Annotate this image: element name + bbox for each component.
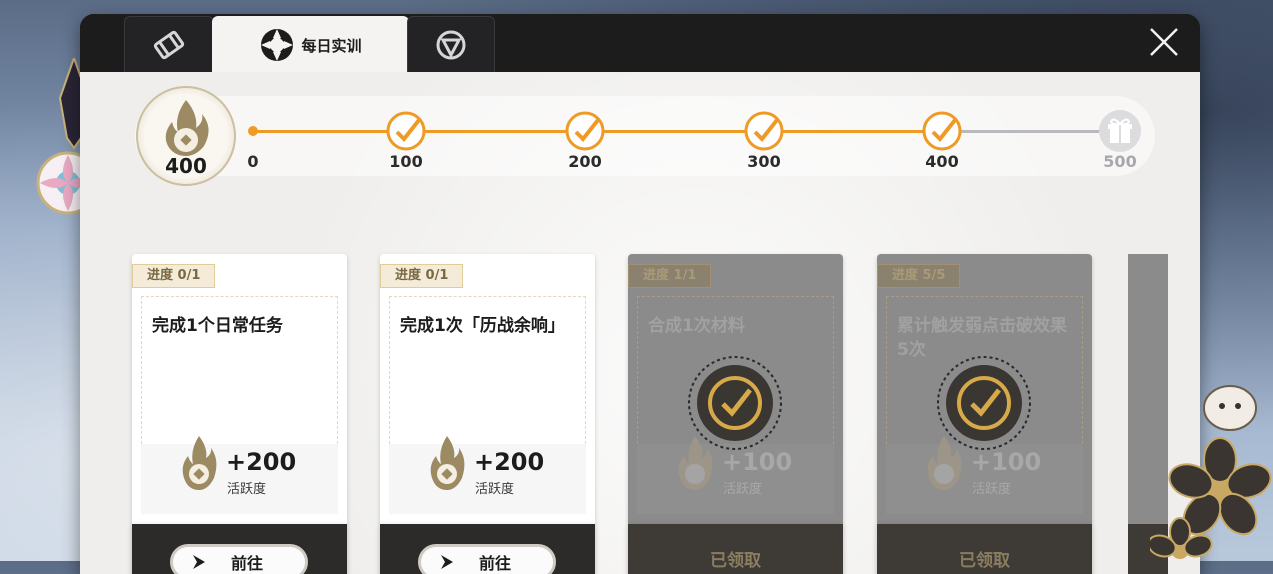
activity-medal: 400: [136, 86, 236, 186]
reward-amount: +200: [474, 448, 545, 476]
task-reward: +200 活跃度: [132, 436, 347, 514]
milestone-check-icon: [922, 111, 962, 151]
task-reward: +100 活跃度: [877, 436, 1092, 514]
completed-check-icon: [937, 356, 1031, 450]
task-title: 完成1个日常任务: [152, 316, 283, 336]
emblem-icon: [261, 29, 294, 61]
plum-blossom-ornament-icon: [1150, 385, 1272, 559]
progress-track: [135, 96, 1155, 176]
final-reward-label: 500: [1103, 152, 1137, 171]
progress-start-label: 0: [247, 152, 259, 171]
milestone-check-icon: [386, 111, 426, 151]
milestone-check-icon: [744, 111, 784, 151]
task-card: 进度 0/1 完成1个日常任务 +200 活跃度: [132, 254, 347, 524]
task-card-footer: 前往: [132, 524, 347, 574]
tab-shield[interactable]: [407, 16, 495, 73]
milestone-label: 200: [568, 152, 602, 171]
completed-check-icon: [688, 356, 782, 450]
arrow-right-icon: [441, 555, 453, 569]
shield-icon: [436, 30, 466, 60]
task-title: 合成1次材料: [648, 316, 745, 336]
scroll-icon: [153, 30, 185, 60]
flame-coin-icon: [182, 436, 217, 490]
milestone-label: 300: [747, 152, 781, 171]
close-icon[interactable]: [1146, 24, 1182, 60]
tab-daily-training[interactable]: 每日实训: [212, 16, 409, 73]
flame-coin-icon: [165, 100, 209, 156]
milestone-check-icon: [565, 111, 605, 151]
task-card-footer: 前往: [380, 524, 595, 574]
task-progress-badge: 进度 0/1: [380, 264, 464, 288]
arrow-right-icon: [193, 555, 205, 569]
gift-icon: [1108, 118, 1132, 143]
go-button-label: 前往: [231, 554, 264, 573]
reward-amount: +200: [226, 448, 297, 476]
activity-current: 400: [165, 154, 207, 178]
go-button[interactable]: 前往: [170, 544, 308, 574]
reward-unit: 活跃度: [475, 482, 515, 497]
tab-label: 每日实训: [301, 36, 362, 55]
task-reward: +100 活跃度: [628, 436, 843, 514]
content-area: 400 0 100 200 300 400 500 进度 0/1 完成1个日常任…: [80, 72, 1200, 574]
task-progress-badge: 进度 5/5: [877, 264, 961, 288]
go-button-label: 前往: [479, 554, 512, 573]
reward-amount: +100: [722, 448, 793, 476]
reward-unit: 活跃度: [227, 482, 267, 497]
task-card: 进度 1/1 合成1次材料 +100 活跃度: [628, 254, 843, 524]
task-card-footer: 已领取: [877, 524, 1092, 574]
task-progress-badge: 进度 1/1: [628, 264, 712, 288]
daily-training-panel: 每日实训 400 0 100 200 300 400 500 进度 0/1 完成…: [80, 14, 1200, 574]
task-card: 进度 5/5 累计触发弱点击破效果5次 +100 活跃度: [877, 254, 1092, 524]
claimed-label: 已领取: [710, 551, 761, 571]
task-card-footer: 已领取: [628, 524, 843, 574]
go-button[interactable]: 前往: [418, 544, 556, 574]
task-card: 进度 0/1 完成1次「历战余响」 +200 活跃度: [380, 254, 595, 524]
milestone-label: 400: [925, 152, 959, 171]
task-reward: +200 活跃度: [380, 436, 595, 514]
reward-unit: 活跃度: [972, 482, 1012, 497]
task-progress-badge: 进度 0/1: [132, 264, 216, 288]
reward-unit: 活跃度: [723, 482, 763, 497]
final-reward-gift[interactable]: [1099, 110, 1141, 152]
tab-bar: 每日实训: [80, 14, 1200, 73]
task-title: 完成1次「历战余响」: [400, 316, 565, 336]
tab-scroll[interactable]: [124, 16, 214, 73]
milestone-label: 100: [389, 152, 423, 171]
reward-amount: +100: [971, 448, 1042, 476]
claimed-label: 已领取: [959, 551, 1010, 571]
flame-coin-icon: [430, 436, 465, 490]
